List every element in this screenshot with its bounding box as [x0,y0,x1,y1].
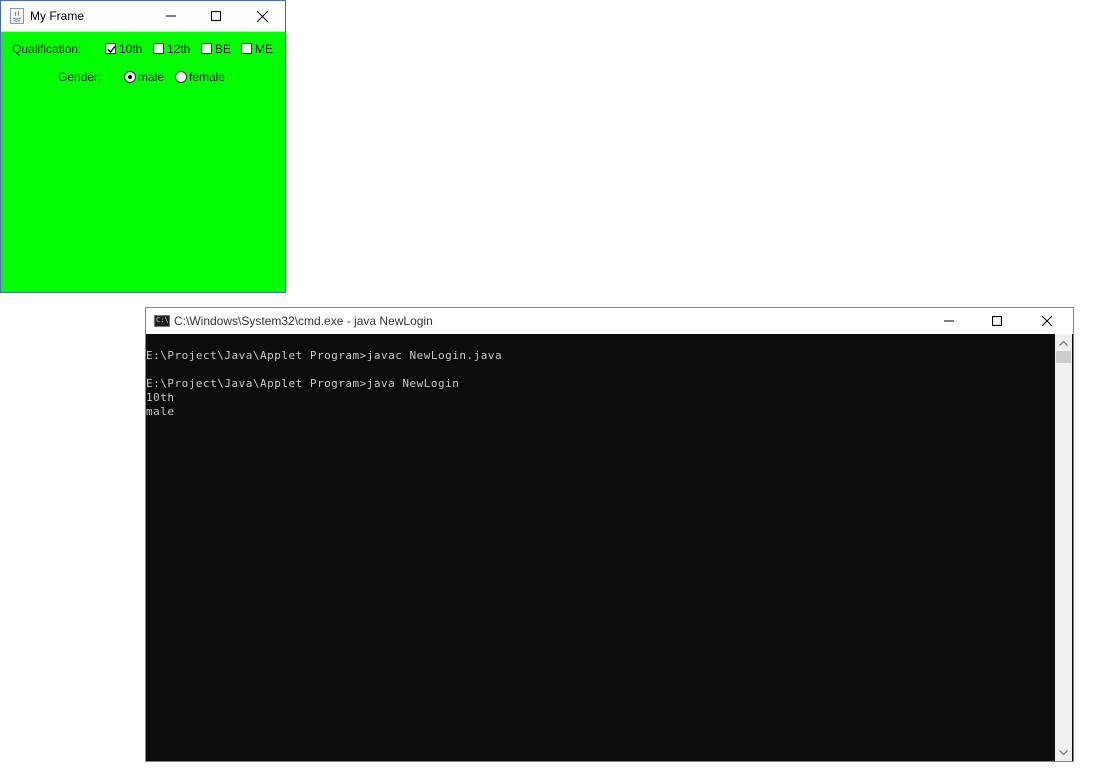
frame-title: My Frame [30,9,84,23]
minimize-icon [166,15,176,17]
console-maximize-button[interactable] [974,308,1020,334]
console-close-button[interactable] [1024,308,1070,334]
checkbox-be[interactable] [201,43,212,54]
console-titlebar[interactable]: C:\ C:\Windows\System32\cmd.exe - java N… [146,308,1073,334]
radio-selected-dot [128,75,132,79]
console-minimize-button[interactable] [926,308,972,334]
java-frame-window: My Frame Qualification: 10th 12th BE ME … [0,0,286,293]
checkbox-label-me[interactable]: ME [255,42,273,56]
maximize-button[interactable] [193,1,239,31]
checkbox-12th[interactable] [153,43,164,54]
chevron-down-icon [1059,749,1068,755]
close-icon [1042,316,1052,326]
radio-male[interactable] [124,71,136,83]
frame-titlebar[interactable]: My Frame [1,1,285,32]
cmd-icon-text: C:\ [156,316,169,324]
gender-label: Gender: [58,70,102,84]
maximize-icon [992,316,1002,326]
console-title: C:\Windows\System32\cmd.exe - java NewLo… [174,314,433,328]
chevron-up-icon [1059,340,1068,346]
terminal-line: 10th [146,391,175,404]
checkbox-me[interactable] [241,43,252,54]
checkmark-icon [107,46,116,54]
scroll-up-button[interactable] [1055,334,1072,351]
maximize-icon [211,11,221,21]
scroll-down-button[interactable] [1055,744,1072,761]
radio-label-female[interactable]: female [189,70,225,84]
java-icon [10,8,24,24]
console-vertical-scrollbar[interactable] [1055,334,1072,761]
radio-female[interactable] [175,71,187,83]
terminal-line: male [146,405,175,418]
close-button[interactable] [239,1,285,31]
terminal-output[interactable]: E:\Project\Java\Applet Program>javac New… [146,334,1055,761]
radio-label-male[interactable]: male [138,70,164,84]
frame-content-panel: Qualification: 10th 12th BE ME Gender: m… [1,32,285,292]
minimize-button[interactable] [148,1,194,31]
checkbox-label-10th[interactable]: 10th [119,42,142,56]
minimize-icon [944,320,954,322]
terminal-line: E:\Project\Java\Applet Program>javac New… [146,349,503,362]
checkbox-10th[interactable] [105,43,116,54]
cmd-icon: C:\ [154,315,170,327]
scroll-thumb[interactable] [1056,351,1071,363]
checkbox-label-12th[interactable]: 12th [167,42,190,56]
checkbox-label-be[interactable]: BE [215,42,231,56]
qualification-label: Qualification: [12,42,82,56]
terminal-line: E:\Project\Java\Applet Program>java NewL… [146,377,460,390]
cmd-console-window: C:\ C:\Windows\System32\cmd.exe - java N… [145,307,1074,762]
close-icon [256,10,268,22]
